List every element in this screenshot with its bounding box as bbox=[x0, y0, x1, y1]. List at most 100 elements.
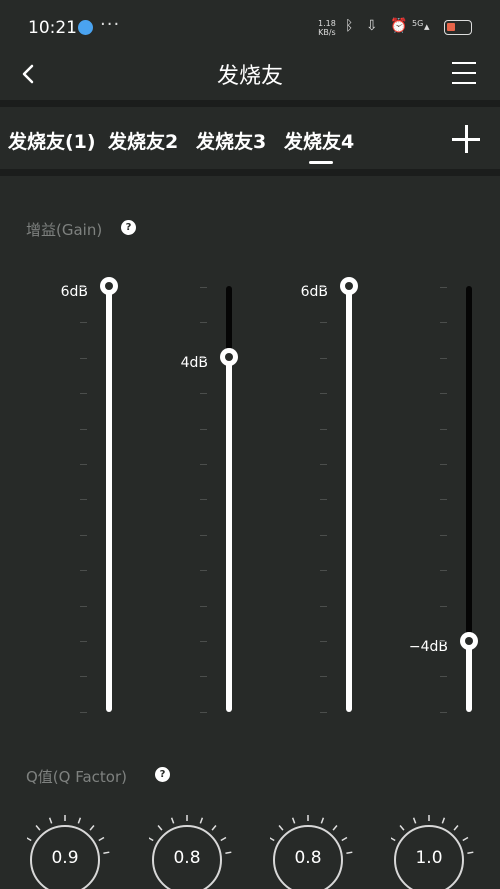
tab-preset-4[interactable]: 发烧友4 bbox=[284, 127, 354, 154]
slider-tick bbox=[200, 393, 207, 395]
slider-tick bbox=[80, 464, 87, 465]
more-notifications-icon: ··· bbox=[100, 14, 121, 35]
signal-icon: ▴ bbox=[424, 20, 430, 33]
slider-tick bbox=[440, 428, 447, 430]
network-speed-unit: KB/s bbox=[318, 28, 336, 37]
slider-tick bbox=[320, 570, 327, 572]
slider-tick bbox=[440, 534, 447, 536]
preset-tabs: 发烧友(1) 发烧友2 发烧友3 发烧友4 bbox=[0, 107, 500, 169]
gain-value-label: 4dB bbox=[180, 355, 208, 371]
battery-icon bbox=[444, 20, 472, 35]
status-bar: 10:21 ··· 1.18 KB/s ᛒ ⇩ ⏰ 5G ▴ bbox=[0, 0, 500, 54]
slider-tick bbox=[200, 676, 207, 678]
slider-thumb[interactable] bbox=[340, 277, 358, 295]
slider-tick bbox=[80, 570, 87, 572]
slider-fill bbox=[466, 641, 472, 712]
slider-tick bbox=[440, 499, 447, 501]
app-notification-icon bbox=[78, 20, 93, 35]
gain-value-label: 6dB bbox=[300, 284, 328, 300]
slider-tick bbox=[440, 605, 447, 607]
q-knob-band-4[interactable]: 1.0 bbox=[391, 808, 491, 889]
gain-slider-band-3[interactable]: 6dB bbox=[301, 277, 380, 720]
slider-tick bbox=[200, 357, 207, 359]
hamburger-menu-icon[interactable] bbox=[452, 62, 476, 84]
slider-tick bbox=[200, 534, 207, 536]
slider-tick bbox=[320, 499, 327, 501]
slider-tick bbox=[320, 287, 327, 288]
header-divider bbox=[0, 100, 500, 107]
slider-tick bbox=[80, 641, 87, 642]
q-knob-value: 1.0 bbox=[415, 848, 443, 868]
gain-value-label: 6dB bbox=[60, 284, 88, 300]
network-type: 5G bbox=[412, 19, 424, 28]
active-tab-indicator bbox=[309, 161, 333, 164]
plus-icon[interactable] bbox=[452, 125, 480, 153]
slider-tick bbox=[440, 287, 447, 288]
gain-slider-band-2[interactable]: 4dB bbox=[181, 280, 260, 720]
slider-tick bbox=[80, 676, 87, 678]
q-knob-value: 0.8 bbox=[294, 848, 322, 868]
slider-tick bbox=[200, 641, 207, 642]
slider-fill bbox=[226, 357, 232, 712]
q-knob-value: 0.8 bbox=[173, 848, 201, 868]
slider-tick bbox=[320, 464, 327, 465]
slider-thumb[interactable] bbox=[460, 632, 478, 650]
help-circle-icon[interactable]: ? bbox=[155, 767, 170, 782]
slider-tick bbox=[80, 711, 87, 713]
tab-preset-3[interactable]: 发烧友3 bbox=[196, 127, 266, 154]
slider-tick bbox=[200, 464, 207, 465]
slider-thumb[interactable] bbox=[100, 277, 118, 295]
q-factor-label: Q值(Q Factor) bbox=[26, 768, 128, 786]
network-speed: 1.18 KB/s bbox=[318, 19, 336, 37]
slider-tick bbox=[80, 428, 87, 430]
slider-tick bbox=[320, 711, 327, 713]
tab-preset-1[interactable]: 发烧友(1) bbox=[8, 127, 96, 154]
slider-tick bbox=[440, 322, 447, 324]
slider-tick bbox=[440, 357, 447, 359]
q-knob-band-1[interactable]: 0.9 bbox=[27, 808, 127, 889]
bluetooth-icon: ᛒ bbox=[345, 18, 354, 34]
download-icon: ⇩ bbox=[365, 18, 378, 34]
slider-tick bbox=[320, 428, 327, 430]
alarm-icon: ⏰ bbox=[390, 18, 408, 34]
slider-tick bbox=[200, 711, 207, 713]
status-icons: ᛒ ⇩ ⏰ bbox=[345, 18, 407, 34]
slider-tick bbox=[200, 287, 207, 288]
slider-tick bbox=[80, 287, 87, 288]
slider-tick bbox=[200, 322, 207, 324]
gain-label: 增益(Gain) bbox=[26, 221, 103, 239]
slider-tick bbox=[80, 357, 87, 359]
slider-tick bbox=[440, 711, 447, 713]
slider-tick bbox=[440, 676, 447, 678]
slider-tick bbox=[320, 605, 327, 607]
slider-tick bbox=[440, 570, 447, 572]
slider-tick bbox=[440, 641, 447, 642]
help-circle-icon[interactable]: ? bbox=[121, 220, 136, 235]
slider-tick bbox=[80, 605, 87, 607]
q-knob-band-3[interactable]: 0.8 bbox=[270, 808, 370, 889]
gain-slider-band-1[interactable]: 6dB bbox=[61, 277, 140, 720]
slider-tick bbox=[440, 464, 447, 465]
tab-preset-2[interactable]: 发烧友2 bbox=[108, 127, 178, 154]
nav-bar: 发烧友 bbox=[0, 54, 500, 100]
slider-tick bbox=[80, 499, 87, 501]
status-time: 10:21 bbox=[28, 18, 77, 38]
slider-fill bbox=[106, 286, 112, 712]
slider-track bbox=[466, 286, 472, 641]
slider-track bbox=[226, 286, 232, 357]
gain-value-label: −4dB bbox=[408, 639, 448, 655]
slider-tick bbox=[320, 534, 327, 536]
slider-thumb[interactable] bbox=[220, 348, 238, 366]
slider-tick bbox=[320, 393, 327, 395]
q-knob-value: 0.9 bbox=[51, 848, 79, 868]
slider-tick bbox=[320, 676, 327, 678]
q-knob-band-2[interactable]: 0.8 bbox=[149, 808, 249, 889]
slider-tick bbox=[200, 428, 207, 430]
network-speed-value: 1.18 bbox=[318, 19, 336, 28]
slider-tick bbox=[320, 322, 327, 324]
slider-tick bbox=[80, 393, 87, 395]
slider-fill bbox=[346, 286, 352, 712]
gain-slider-band-4[interactable]: −4dB bbox=[409, 280, 500, 720]
slider-tick bbox=[440, 393, 447, 395]
tabs-divider bbox=[0, 169, 500, 176]
